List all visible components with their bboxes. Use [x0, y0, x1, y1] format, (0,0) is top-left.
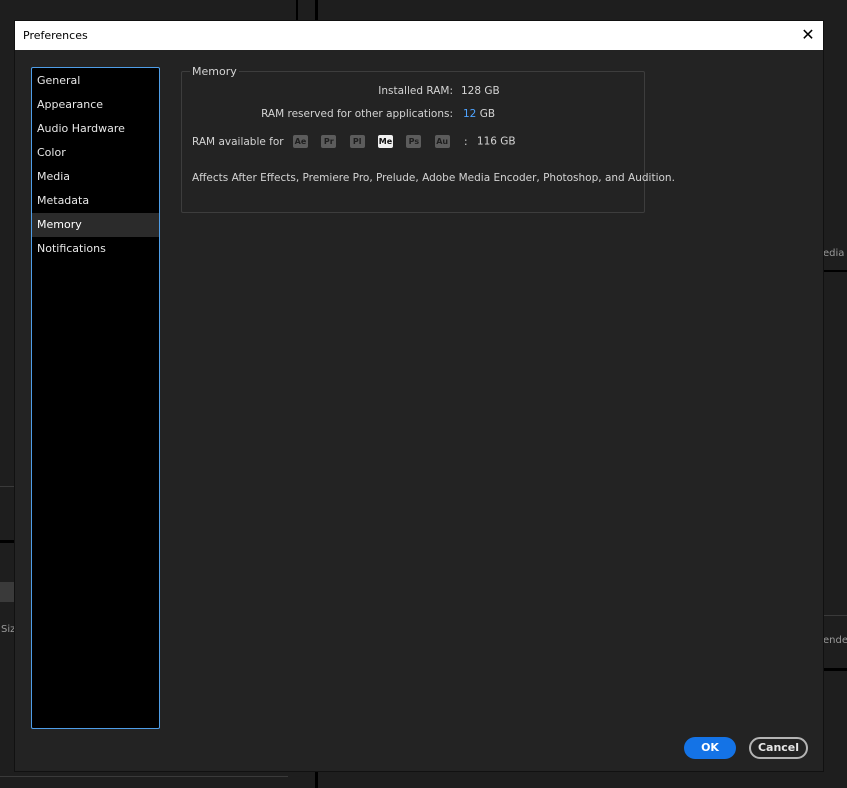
reserved-ram-label: RAM reserved for other applications: [261, 108, 453, 120]
bg-divider [823, 668, 847, 671]
installed-ram-label: Installed RAM: [378, 85, 453, 97]
sidebar-item-memory[interactable]: Memory [32, 213, 159, 237]
sidebar-item-notifications[interactable]: Notifications [32, 237, 159, 261]
installed-ram-value: 128 GB [461, 85, 500, 97]
media-encoder-icon: Me [378, 135, 393, 148]
memory-group-title: Memory [190, 65, 239, 78]
bg-divider [315, 771, 318, 788]
sidebar-item-media[interactable]: Media [32, 165, 159, 189]
affects-note: Affects After Effects, Premiere Pro, Pre… [192, 172, 675, 184]
reserved-ram-value[interactable]: 12 [463, 108, 476, 120]
bg-panel-strip [0, 582, 15, 602]
memory-group: Memory Installed RAM: 128 GB RAM reserve… [181, 65, 675, 213]
sidebar-item-general[interactable]: General [32, 69, 159, 93]
bg-divider [823, 615, 847, 616]
cancel-button[interactable]: Cancel [749, 737, 808, 759]
bg-divider [0, 540, 15, 543]
prelude-icon: Pl [349, 135, 365, 148]
sidebar-item-appearance[interactable]: Appearance [32, 93, 159, 117]
reserved-ram-unit: GB [479, 108, 496, 120]
sidebar-item-color[interactable]: Color [32, 141, 159, 165]
reserved-ram-field[interactable]: 12 GB [463, 108, 495, 120]
sidebar-item-audio-hardware[interactable]: Audio Hardware [32, 117, 159, 141]
bg-partial-label: edia E [823, 248, 847, 259]
bg-partial-label: ender [823, 635, 847, 646]
bg-divider [315, 0, 318, 21]
bg-partial-label: Siz [1, 624, 16, 635]
ram-available-row: RAM available for Ae Pr Pl Me Ps Au : 11… [192, 135, 516, 148]
sidebar-item-metadata[interactable]: Metadata [32, 189, 159, 213]
dialog-title: Preferences [23, 29, 88, 42]
premiere-pro-icon: Pr [321, 135, 337, 148]
after-effects-icon: Ae [292, 135, 308, 148]
dialog-titlebar: Preferences ✕ [15, 21, 823, 50]
close-icon[interactable]: ✕ [799, 26, 817, 44]
photoshop-icon: Ps [406, 135, 422, 148]
ram-available-separator: : [464, 135, 468, 148]
ram-available-value: 116 GB [476, 135, 516, 148]
bg-divider [0, 776, 288, 777]
ok-button[interactable]: OK [684, 737, 736, 759]
bg-divider [296, 0, 298, 21]
ram-available-label: RAM available for [192, 135, 284, 148]
bg-divider [0, 486, 15, 487]
preferences-dialog: Preferences ✕ General Appearance Audio H… [15, 21, 823, 771]
bg-divider [823, 270, 847, 272]
audition-icon: Au [434, 135, 450, 148]
preferences-sidebar: General Appearance Audio Hardware Color … [31, 67, 160, 729]
